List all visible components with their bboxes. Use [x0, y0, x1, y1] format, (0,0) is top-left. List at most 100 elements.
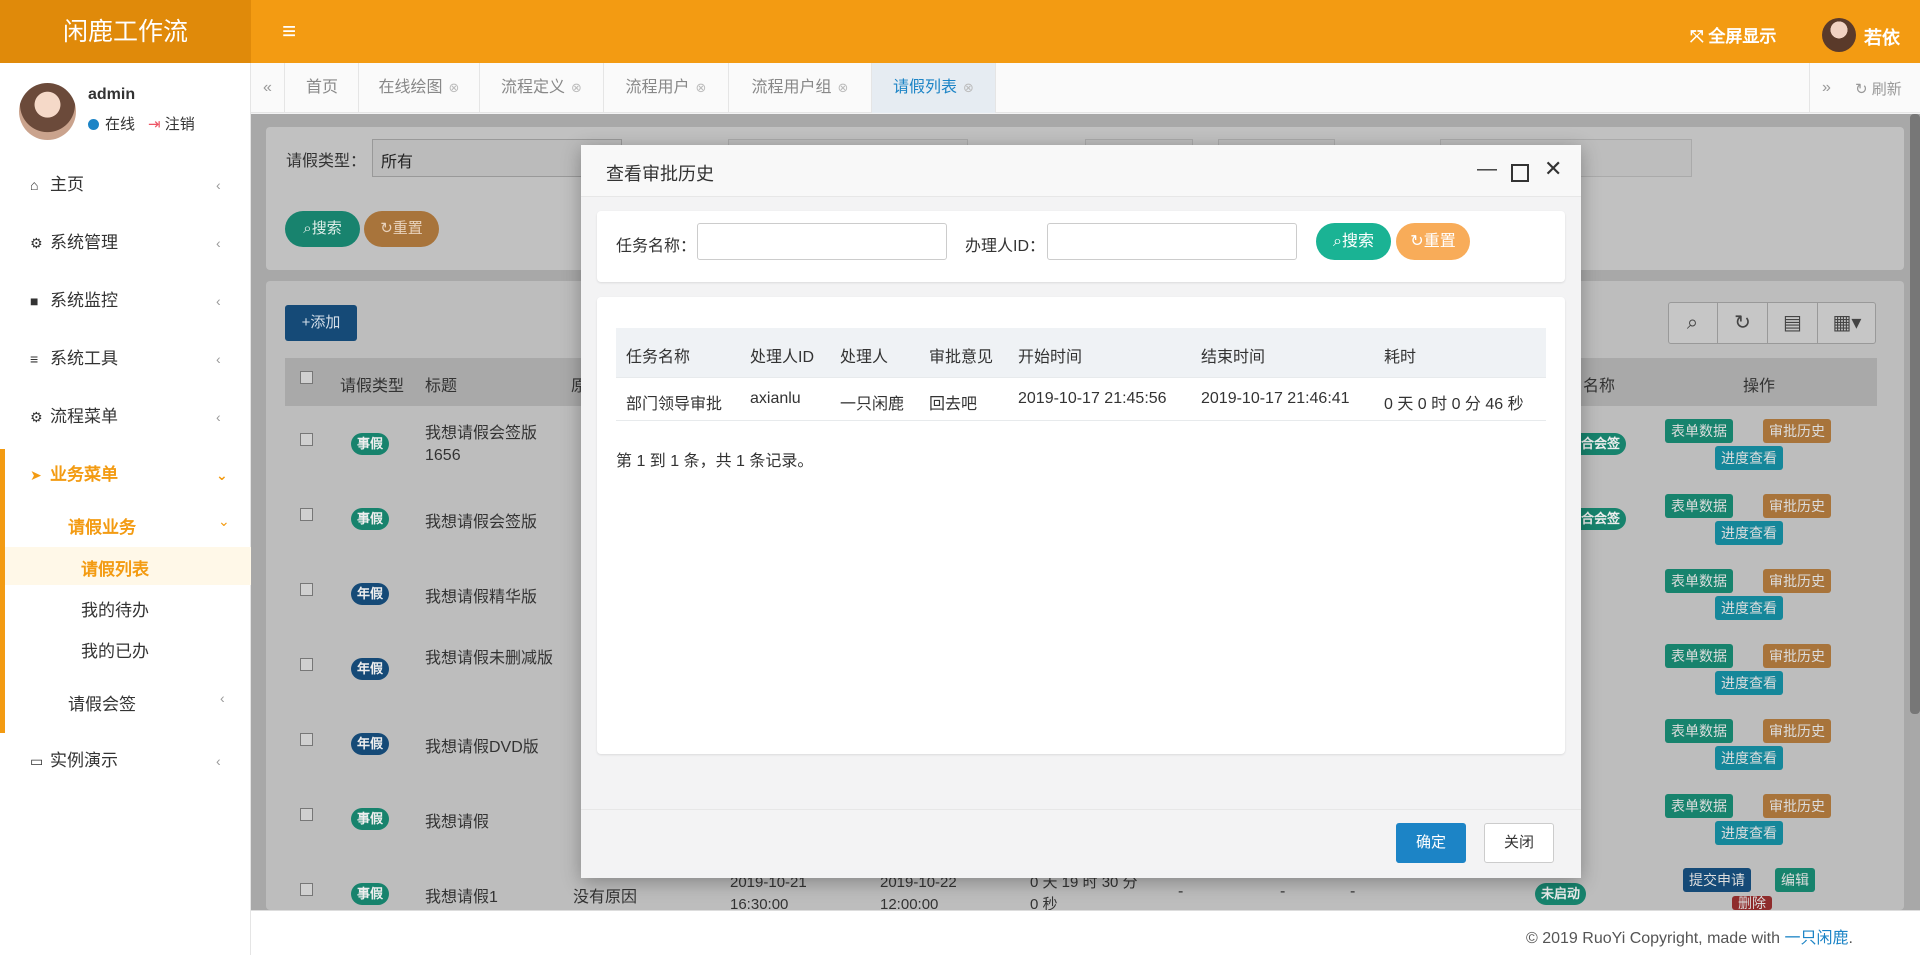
tab-process-user[interactable]: 流程用户 ⊗	[604, 63, 729, 113]
bg-reset-button[interactable]: ↻重置	[364, 211, 439, 247]
form-data-button[interactable]: 表单数据	[1665, 419, 1733, 443]
search-icon: ⌕	[303, 220, 312, 237]
button-label: 重置	[1423, 233, 1456, 250]
sidebar-item-process[interactable]: ⚙ 流程菜单 ‹	[0, 394, 251, 440]
submit-request-button[interactable]: 提交申请	[1683, 868, 1751, 892]
col-handler[interactable]: 处理人	[840, 343, 888, 367]
top-avatar[interactable]	[1822, 18, 1856, 52]
sidebar-item-monitor[interactable]: ■ 系统监控 ‹	[0, 278, 251, 324]
delete-button[interactable]: 删除	[1732, 896, 1772, 910]
search-icon[interactable]: ⌕	[1668, 302, 1718, 344]
approval-history-button[interactable]: 审批历史	[1763, 719, 1831, 743]
row-checkbox[interactable]	[300, 433, 313, 446]
row-divider	[616, 420, 1546, 421]
bg-row-dash: -	[1280, 883, 1286, 900]
col-opinion[interactable]: 审批意见	[929, 343, 993, 367]
minimize-icon[interactable]: —	[1477, 158, 1497, 181]
approval-history-button[interactable]: 审批历史	[1763, 569, 1831, 593]
tab-home[interactable]: 首页	[286, 63, 359, 113]
chevron-left-icon: ‹	[216, 177, 221, 193]
row-checkbox[interactable]	[300, 808, 313, 821]
close-icon[interactable]: ✕	[1544, 156, 1562, 182]
select-all-checkbox[interactable]	[300, 371, 313, 384]
col-start-time[interactable]: 开始时间	[1018, 343, 1082, 367]
sidebar-subitem-leave-list[interactable]: 请假列表	[81, 555, 149, 580]
author-link[interactable]: 一只闲鹿	[1784, 930, 1848, 947]
col-duration[interactable]: 耗时	[1384, 343, 1416, 367]
progress-view-button[interactable]: 进度查看	[1715, 521, 1783, 545]
close-icon[interactable]: ⊗	[963, 80, 974, 95]
progress-view-button[interactable]: 进度查看	[1715, 821, 1783, 845]
refresh-icon[interactable]: ↻	[1718, 302, 1768, 344]
modal-title: 查看审批历史	[606, 164, 714, 184]
close-icon[interactable]: ⊗	[449, 80, 460, 95]
form-data-button[interactable]: 表单数据	[1665, 494, 1733, 518]
col-task-name[interactable]: 任务名称	[626, 343, 690, 367]
chevron-left-icon: ‹	[220, 690, 225, 706]
progress-view-button[interactable]: 进度查看	[1715, 596, 1783, 620]
tab-label: 在线绘图	[378, 79, 443, 96]
form-data-button[interactable]: 表单数据	[1665, 794, 1733, 818]
close-icon[interactable]: ⊗	[571, 80, 582, 95]
approval-history-button[interactable]: 审批历史	[1763, 794, 1831, 818]
sidebar-item-demo[interactable]: ▭ 实例演示 ‹	[0, 738, 251, 784]
fullscreen-label: 全屏显示	[1708, 27, 1777, 46]
tab-scroll-left-icon[interactable]: «	[251, 63, 285, 113]
user-avatar	[19, 83, 76, 140]
bg-row-dash: -	[1178, 883, 1184, 900]
columns-icon[interactable]: ▤	[1768, 302, 1818, 344]
edit-button[interactable]: 编辑	[1775, 868, 1815, 892]
tab-leave-list[interactable]: 请假列表 ⊗	[872, 63, 996, 113]
task-name-input[interactable]	[697, 223, 947, 260]
fullscreen-button[interactable]: ⤧ 全屏显示	[1690, 22, 1776, 47]
row-checkbox[interactable]	[300, 883, 313, 896]
close-icon[interactable]: ⊗	[838, 80, 849, 95]
sidebar-item-system[interactable]: ⚙ 系统管理 ‹	[0, 220, 251, 266]
progress-view-button[interactable]: 进度查看	[1715, 746, 1783, 770]
tab-process-def[interactable]: 流程定义 ⊗	[480, 63, 604, 113]
bg-search-button[interactable]: ⌕搜索	[285, 211, 360, 247]
row-checkbox[interactable]	[300, 508, 313, 521]
button-label: 添加	[310, 314, 341, 331]
menu-toggle-icon[interactable]: ≡	[282, 20, 296, 44]
assignee-id-input[interactable]	[1047, 223, 1297, 260]
row-checkbox[interactable]	[300, 658, 313, 671]
tab-process-group[interactable]: 流程用户组 ⊗	[729, 63, 872, 113]
maximize-icon[interactable]	[1511, 164, 1529, 182]
video-icon: ■	[30, 293, 39, 309]
form-data-button[interactable]: 表单数据	[1665, 644, 1733, 668]
form-data-button[interactable]: 表单数据	[1665, 719, 1733, 743]
modal-reset-button[interactable]: ↻重置	[1396, 223, 1470, 260]
modal-search-button[interactable]: ⌕搜索	[1316, 223, 1391, 260]
bg-add-button[interactable]: +添加	[285, 305, 357, 341]
tab-scroll-right-icon[interactable]: »	[1809, 63, 1843, 113]
sidebar-subgroup-countersign[interactable]: 请假会签	[68, 690, 136, 715]
progress-view-button[interactable]: 进度查看	[1715, 446, 1783, 470]
approval-history-button[interactable]: 审批历史	[1763, 494, 1831, 518]
sidebar-subitem-todo[interactable]: 我的待办	[81, 596, 149, 621]
page-scrollbar[interactable]	[1910, 114, 1920, 714]
col-end-time[interactable]: 结束时间	[1201, 343, 1265, 367]
bg-status-badge: 未启动	[1535, 883, 1587, 905]
col-handler-id[interactable]: 处理人ID	[750, 343, 814, 367]
form-data-button[interactable]: 表单数据	[1665, 569, 1733, 593]
sidebar-item-tools[interactable]: ≡ 系统工具 ‹	[0, 336, 251, 382]
sidebar-subitem-done[interactable]: 我的已办	[81, 637, 149, 662]
close-icon[interactable]: ⊗	[696, 80, 707, 95]
brand-logo[interactable]: 闲鹿工作流	[0, 0, 251, 63]
progress-view-button[interactable]: 进度查看	[1715, 671, 1783, 695]
approval-history-button[interactable]: 审批历史	[1763, 419, 1831, 443]
row-checkbox[interactable]	[300, 583, 313, 596]
refresh-button[interactable]: ↻ 刷新	[1855, 78, 1902, 99]
close-button[interactable]: 关闭	[1484, 823, 1554, 863]
sidebar-item-business[interactable]: ➤ 业务菜单 ⌄	[0, 452, 251, 498]
grid-icon[interactable]: ▦▾	[1818, 302, 1876, 344]
tab-online-draw[interactable]: 在线绘图 ⊗	[359, 63, 480, 113]
logout-link[interactable]: ⇥ 注销	[148, 113, 195, 134]
approval-history-button[interactable]: 审批历史	[1763, 644, 1831, 668]
row-checkbox[interactable]	[300, 733, 313, 746]
confirm-button[interactable]: 确定	[1396, 823, 1466, 863]
sidebar-item-home[interactable]: ⌂ 主页 ‹	[0, 162, 251, 208]
sidebar-subgroup-leave[interactable]: 请假业务	[68, 513, 136, 538]
top-username[interactable]: 若依	[1864, 24, 1900, 50]
